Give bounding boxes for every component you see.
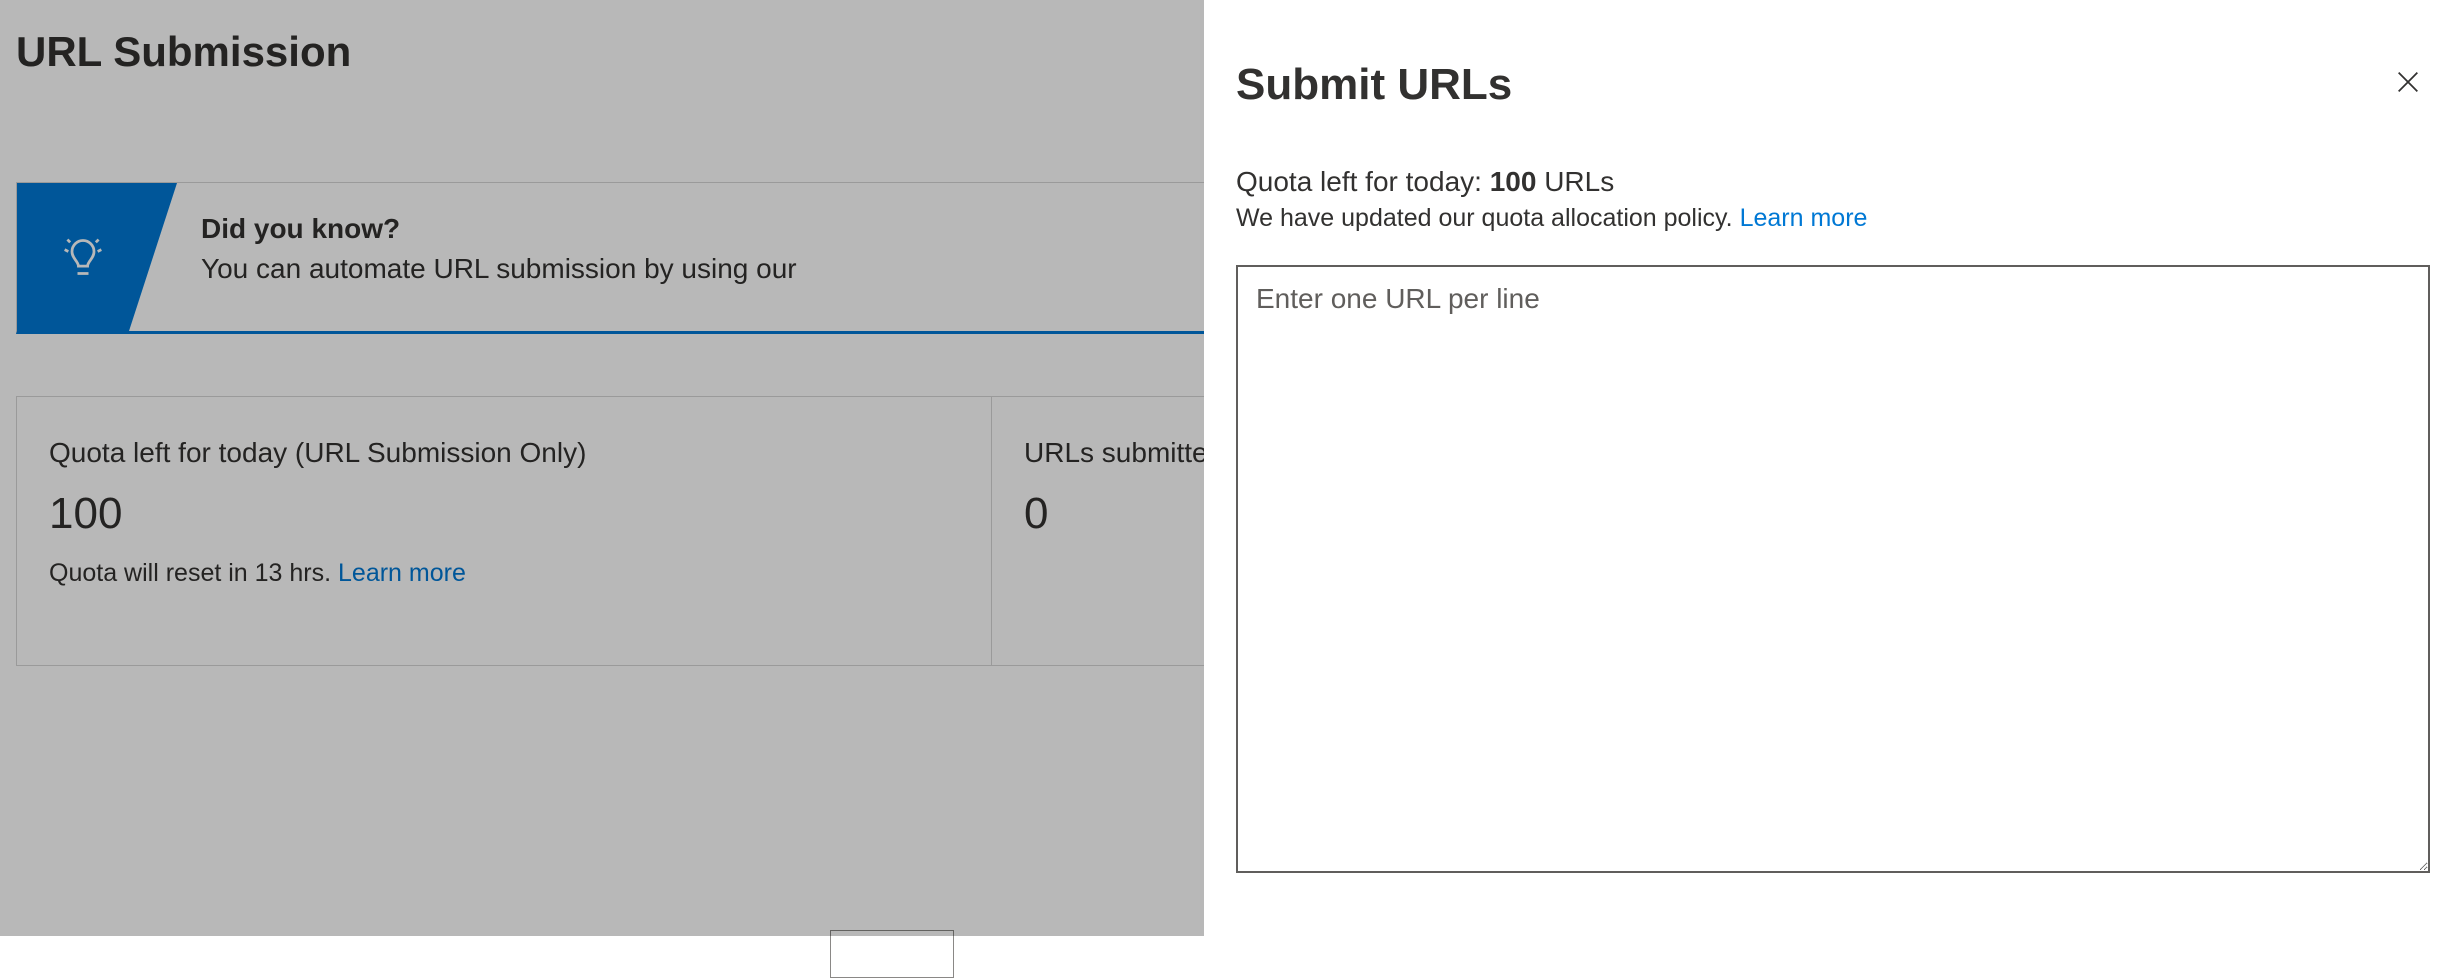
panel-title: Submit URLs <box>1236 60 1512 110</box>
policy-text: We have updated our quota allocation pol… <box>1236 204 2430 233</box>
url-input-textarea[interactable] <box>1236 265 2430 873</box>
modal-overlay[interactable] <box>0 0 1205 936</box>
panel-quota-text: Quota left for today: 100 URLs <box>1236 166 2430 198</box>
submit-urls-panel: Submit URLs Quota left for today: 100 UR… <box>1204 0 2462 936</box>
close-icon <box>2394 68 2422 96</box>
quota-suffix: URLs <box>1536 166 1614 197</box>
quota-value: 100 <box>1490 166 1537 197</box>
page-size-select[interactable] <box>830 930 954 978</box>
policy-message: We have updated our quota allocation pol… <box>1236 204 1740 232</box>
policy-learn-more-link[interactable]: Learn more <box>1740 204 1868 232</box>
close-button[interactable] <box>2386 60 2430 107</box>
quota-prefix: Quota left for today: <box>1236 166 1490 197</box>
